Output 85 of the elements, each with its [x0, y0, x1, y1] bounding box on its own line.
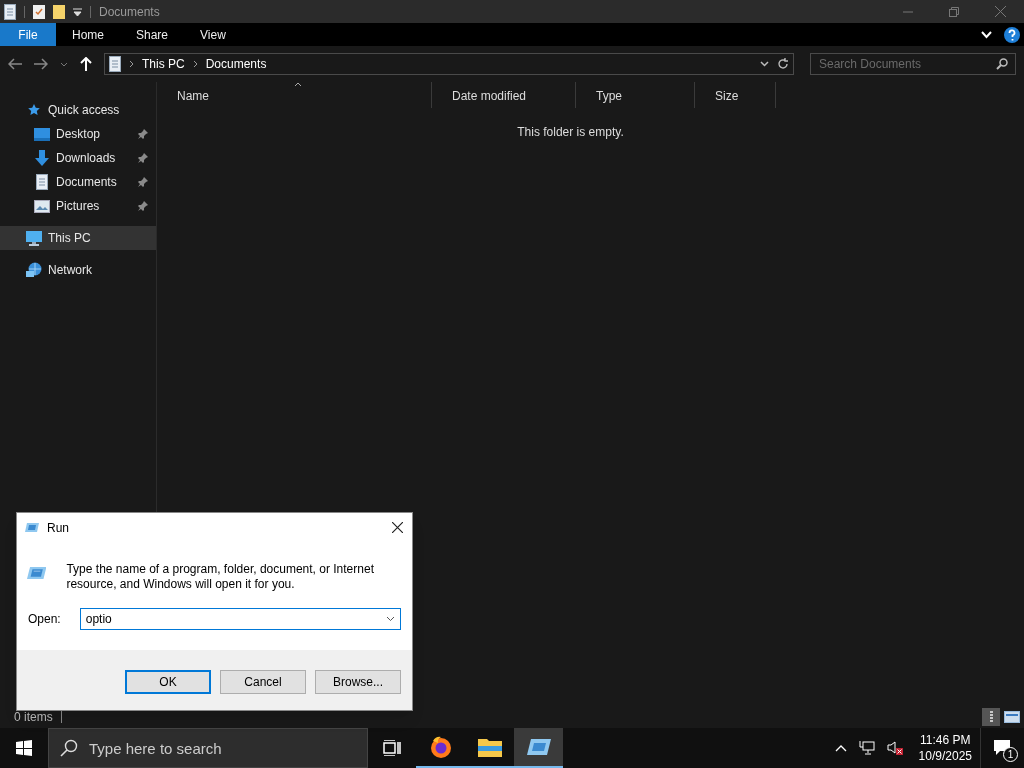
dialog-button[interactable]: Cancel — [220, 670, 306, 694]
document-icon — [36, 174, 48, 190]
search-field[interactable]: Search Documents — [810, 53, 1016, 75]
search-icon[interactable] — [996, 58, 1008, 70]
document-icon — [4, 3, 16, 20]
search-icon — [60, 739, 78, 757]
clock-date: 10/9/2025 — [918, 748, 972, 764]
dropdown-icon[interactable] — [73, 7, 82, 16]
checklist-icon[interactable] — [33, 4, 45, 19]
open-label: Open: — [28, 611, 61, 628]
taskbar-search-field[interactable]: Type here to search — [48, 728, 368, 768]
notification-count: 1 — [1003, 747, 1018, 762]
dialog-button[interactable]: Browse... — [315, 670, 401, 694]
dialog-button[interactable]: OK — [125, 670, 211, 694]
fox-globe-icon — [428, 735, 453, 759]
column-header[interactable]: Type — [576, 82, 695, 108]
forward-arrow-icon[interactable] — [34, 58, 48, 70]
chevron-right-icon[interactable] — [129, 60, 134, 68]
monitor-icon — [26, 230, 42, 246]
refresh-icon[interactable] — [777, 58, 789, 70]
star-icon — [27, 103, 41, 117]
column-header[interactable]: Name — [157, 82, 432, 108]
open-combo-box[interactable]: optio — [79, 608, 401, 630]
restore-icon[interactable] — [949, 6, 959, 17]
item-count: 0 items — [14, 709, 53, 726]
window-title: Documents — [99, 3, 160, 21]
chevron-down-icon[interactable] — [386, 616, 395, 622]
sidebar-label: Quick access — [48, 102, 121, 119]
folder-icon[interactable] — [53, 4, 65, 19]
ribbon-tab[interactable]: File — [0, 23, 56, 46]
sort-caret-icon — [294, 82, 302, 87]
sidebar-item[interactable]: Pictures — [0, 194, 156, 218]
network-monitor-icon[interactable] — [858, 741, 875, 755]
chevron-down-icon[interactable] — [760, 61, 769, 67]
desktop-icon — [34, 127, 50, 141]
dialog-message: Type the name of a program, folder, document, or Internet resource, and Windows will open it for you. — [66, 562, 375, 592]
run-icon — [25, 522, 39, 533]
task-view-icon — [383, 740, 401, 756]
sidebar-label: This PC — [48, 230, 92, 247]
breadcrumb-item[interactable]: Documents — [205, 55, 267, 73]
download-arrow-icon — [35, 150, 49, 166]
chevron-right-icon[interactable] — [192, 60, 198, 68]
column-header[interactable]: Size — [695, 82, 776, 108]
clock-time: 11:46 PM — [920, 732, 971, 748]
image-icon — [34, 199, 50, 213]
pin-icon[interactable] — [138, 177, 148, 187]
action-center-button[interactable]: 1 — [980, 728, 1024, 768]
speaker-muted-icon[interactable] — [886, 741, 903, 755]
sidebar-item[interactable]: Downloads — [0, 146, 156, 170]
address-field[interactable]: This PC Documents — [104, 53, 794, 75]
window-stack-icon — [526, 738, 551, 756]
dialog-title: Run — [47, 519, 69, 537]
sidebar-item[interactable]: This PC — [0, 226, 156, 250]
sidebar-item[interactable]: Desktop — [0, 122, 156, 146]
ribbon-tab[interactable]: Home — [56, 23, 120, 46]
pin-icon[interactable] — [138, 201, 148, 211]
ribbon-tab[interactable]: View — [184, 23, 242, 46]
pin-icon[interactable] — [138, 129, 148, 139]
sidebar-item[interactable]: Documents — [0, 170, 156, 194]
sidebar-label: Network — [48, 262, 93, 279]
folder-icon — [477, 737, 502, 757]
sidebar-label: Downloads — [56, 150, 117, 167]
clock[interactable]: 11:46 PM 10/9/2025 — [910, 728, 980, 768]
network-globe-icon — [26, 262, 42, 278]
sidebar-item[interactable]: Quick access — [0, 98, 156, 122]
column-header[interactable]: Date modified — [432, 82, 576, 108]
empty-folder-message: This folder is empty. — [517, 124, 624, 141]
sidebar-label: Documents — [56, 174, 118, 191]
ribbon-tab[interactable]: Share — [120, 23, 185, 46]
breadcrumb-item[interactable]: This PC — [142, 55, 185, 73]
back-arrow-icon[interactable] — [8, 58, 22, 70]
tiles-view-icon[interactable] — [1004, 711, 1020, 723]
sidebar-item[interactable]: Network — [0, 258, 156, 282]
details-view-icon[interactable] — [982, 708, 1000, 726]
chevron-up-icon[interactable] — [834, 744, 847, 752]
windows-logo-icon — [16, 740, 32, 756]
sidebar-label: Desktop — [56, 126, 102, 143]
up-arrow-icon[interactable] — [80, 57, 92, 71]
pin-icon[interactable] — [138, 153, 148, 163]
close-icon[interactable] — [392, 522, 403, 533]
sidebar-label: Pictures — [56, 198, 101, 215]
speech-bubble-icon — [992, 739, 1013, 757]
help-icon[interactable] — [1004, 26, 1020, 43]
document-icon — [109, 56, 121, 72]
taskbar-app-button[interactable] — [514, 728, 563, 768]
